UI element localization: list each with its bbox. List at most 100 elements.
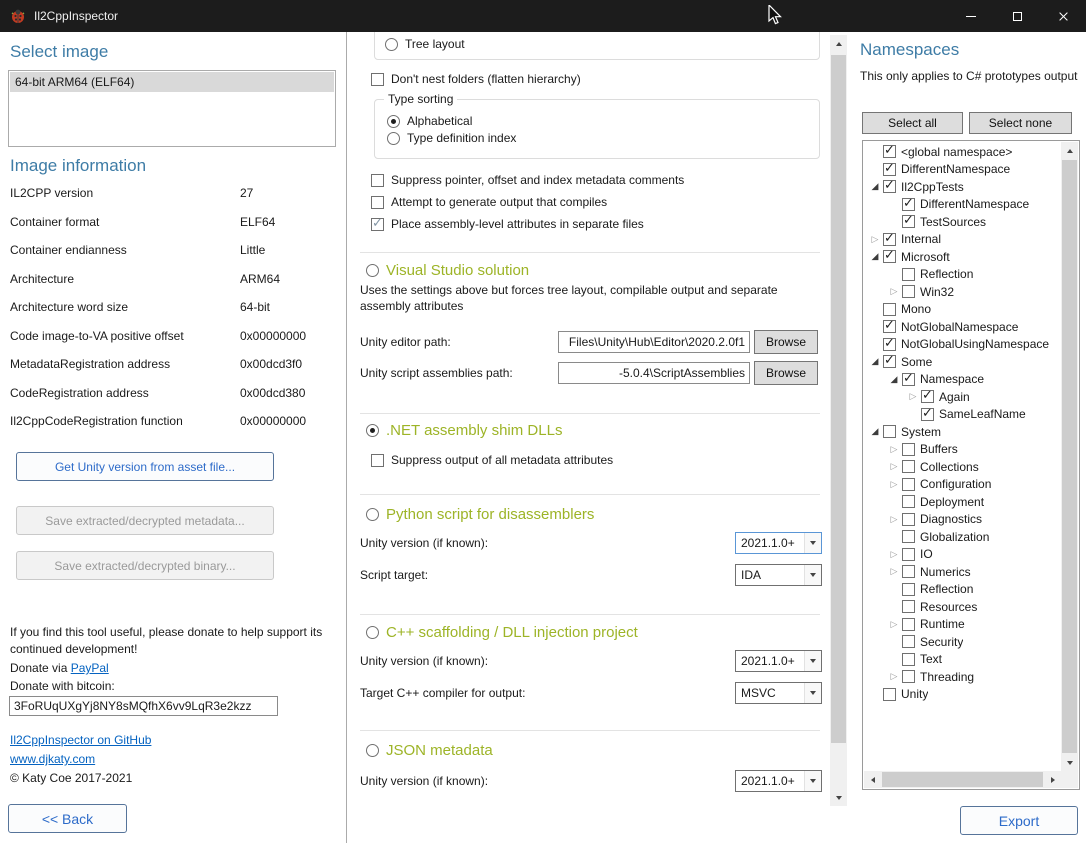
tree-item[interactable]: ▷ Threading: [864, 668, 1061, 686]
tree-item[interactable]: ▷ Win32: [864, 283, 1061, 301]
flatten-checkbox[interactable]: Don't nest folders (flatten hierarchy): [371, 72, 581, 86]
script-target-select[interactable]: IDA: [735, 564, 822, 586]
tree-item[interactable]: Globalization: [864, 528, 1061, 546]
unity-editor-path-field[interactable]: Files\Unity\Hub\Editor\2020.2.0f1: [558, 331, 750, 353]
browse-assemblies-path-button[interactable]: Browse: [754, 361, 818, 385]
radio-icon[interactable]: [366, 626, 379, 639]
tree-checkbox[interactable]: [902, 460, 915, 473]
tree-item[interactable]: DifferentNamespace: [864, 196, 1061, 214]
tree-item[interactable]: Text: [864, 651, 1061, 669]
tree-checkbox[interactable]: [902, 495, 915, 508]
tree-item[interactable]: Security: [864, 633, 1061, 651]
bitcoin-address-field[interactable]: 3FoRUqUXgYj8NY8sMQfhX6vv9LqR3e2kzz: [9, 696, 278, 716]
attempt-compile-checkbox[interactable]: Attempt to generate output that compiles: [371, 195, 607, 209]
radio-icon[interactable]: [366, 264, 379, 277]
expander-icon[interactable]: ▷: [886, 514, 902, 525]
tree-item[interactable]: ▷ Buffers: [864, 441, 1061, 459]
json-unity-version-select[interactable]: 2021.1.0+: [735, 770, 822, 792]
scroll-down-button[interactable]: [1061, 754, 1078, 771]
tree-item[interactable]: Unity: [864, 686, 1061, 704]
expander-icon[interactable]: ▷: [867, 234, 883, 245]
tree-checkbox[interactable]: [902, 600, 915, 613]
tree-checkbox[interactable]: [902, 583, 915, 596]
tree-item[interactable]: ◢ Il2CppTests: [864, 178, 1061, 196]
image-list-item[interactable]: 64-bit ARM64 (ELF64): [10, 72, 334, 92]
expander-icon[interactable]: ◢: [886, 374, 902, 385]
expander-icon[interactable]: ▷: [886, 566, 902, 577]
dropdown-arrow-icon[interactable]: [804, 651, 821, 671]
tree-item[interactable]: ▷ Numerics: [864, 563, 1061, 581]
back-button[interactable]: << Back: [8, 804, 127, 833]
tree-checkbox[interactable]: [883, 425, 896, 438]
tree-item[interactable]: Deployment: [864, 493, 1061, 511]
tree-checkbox[interactable]: [902, 478, 915, 491]
dropdown-arrow-icon[interactable]: [804, 565, 821, 585]
radio-icon[interactable]: [385, 38, 398, 51]
scrollbar-thumb[interactable]: [831, 55, 846, 743]
tree-checkbox[interactable]: [902, 653, 915, 666]
tree-checkbox[interactable]: [883, 320, 896, 333]
tree-item[interactable]: ▷ Diagnostics: [864, 511, 1061, 529]
expander-icon[interactable]: ◢: [867, 251, 883, 262]
radio-icon[interactable]: [366, 424, 379, 437]
tree-checkbox[interactable]: [883, 688, 896, 701]
tree-checkbox[interactable]: [902, 548, 915, 561]
save-binary-button[interactable]: Save extracted/decrypted binary...: [16, 551, 274, 580]
tree-item[interactable]: ▷ Again: [864, 388, 1061, 406]
tree-checkbox[interactable]: [883, 180, 896, 193]
tree-item[interactable]: ▷ Runtime: [864, 616, 1061, 634]
save-metadata-button[interactable]: Save extracted/decrypted metadata...: [16, 506, 274, 535]
scroll-down-button[interactable]: [830, 789, 847, 806]
tree-item[interactable]: ▷ Collections: [864, 458, 1061, 476]
tree-item[interactable]: <global namespace>: [864, 143, 1061, 161]
sort-alphabetical-radio[interactable]: Alphabetical: [387, 114, 472, 128]
tree-checkbox[interactable]: [883, 145, 896, 158]
tree-item[interactable]: ◢ System: [864, 423, 1061, 441]
scroll-left-button[interactable]: [864, 771, 881, 788]
paypal-link[interactable]: PayPal: [71, 661, 109, 675]
checkbox-icon[interactable]: [371, 454, 384, 467]
tree-checkbox[interactable]: [883, 338, 896, 351]
suppress-attributes-checkbox[interactable]: Suppress output of all metadata attribut…: [371, 453, 613, 467]
maximize-button[interactable]: [994, 0, 1040, 32]
browse-editor-path-button[interactable]: Browse: [754, 330, 818, 354]
expander-icon[interactable]: ▷: [886, 461, 902, 472]
checkbox-icon[interactable]: [371, 73, 384, 86]
tree-item[interactable]: ▷ IO: [864, 546, 1061, 564]
get-unity-version-button[interactable]: Get Unity version from asset file...: [16, 452, 274, 481]
scroll-up-button[interactable]: [830, 35, 847, 52]
expander-icon[interactable]: ◢: [867, 181, 883, 192]
radio-icon[interactable]: [366, 508, 379, 521]
tree-checkbox[interactable]: [902, 618, 915, 631]
dropdown-arrow-icon[interactable]: [804, 683, 821, 703]
expander-icon[interactable]: ▷: [886, 479, 902, 490]
website-link[interactable]: www.djkaty.com: [10, 752, 95, 766]
tree-checkbox[interactable]: [883, 233, 896, 246]
cpp-scaffolding-radio[interactable]: C++ scaffolding / DLL injection project: [366, 624, 638, 641]
tree-item[interactable]: NotGlobalUsingNamespace: [864, 336, 1061, 354]
expander-icon[interactable]: ◢: [867, 426, 883, 437]
radio-icon[interactable]: [366, 744, 379, 757]
tree-vertical-scrollbar[interactable]: [1061, 142, 1078, 771]
github-link[interactable]: Il2CppInspector on GitHub: [10, 733, 151, 747]
checkbox-icon[interactable]: [371, 196, 384, 209]
tree-checkbox[interactable]: [921, 390, 934, 403]
minimize-button[interactable]: [948, 0, 994, 32]
tree-item[interactable]: Resources: [864, 598, 1061, 616]
dropdown-arrow-icon[interactable]: [804, 533, 821, 553]
expander-icon[interactable]: ▷: [886, 549, 902, 560]
options-scrollbar[interactable]: [830, 35, 847, 806]
tree-item[interactable]: Mono: [864, 301, 1061, 319]
tree-checkbox[interactable]: [902, 198, 915, 211]
cpp-unity-version-select[interactable]: 2021.1.0+: [735, 650, 822, 672]
expander-icon[interactable]: ▷: [886, 671, 902, 682]
python-script-radio[interactable]: Python script for disassemblers: [366, 506, 594, 523]
tree-item[interactable]: SameLeafName: [864, 406, 1061, 424]
tree-item[interactable]: TestSources: [864, 213, 1061, 231]
tree-item[interactable]: ◢ Namespace: [864, 371, 1061, 389]
tree-checkbox[interactable]: [883, 250, 896, 263]
tree-item[interactable]: ▷ Configuration: [864, 476, 1061, 494]
expander-icon[interactable]: ▷: [886, 444, 902, 455]
tree-item[interactable]: ◢ Some: [864, 353, 1061, 371]
assembly-attributes-checkbox[interactable]: Place assembly-level attributes in separ…: [371, 217, 644, 231]
